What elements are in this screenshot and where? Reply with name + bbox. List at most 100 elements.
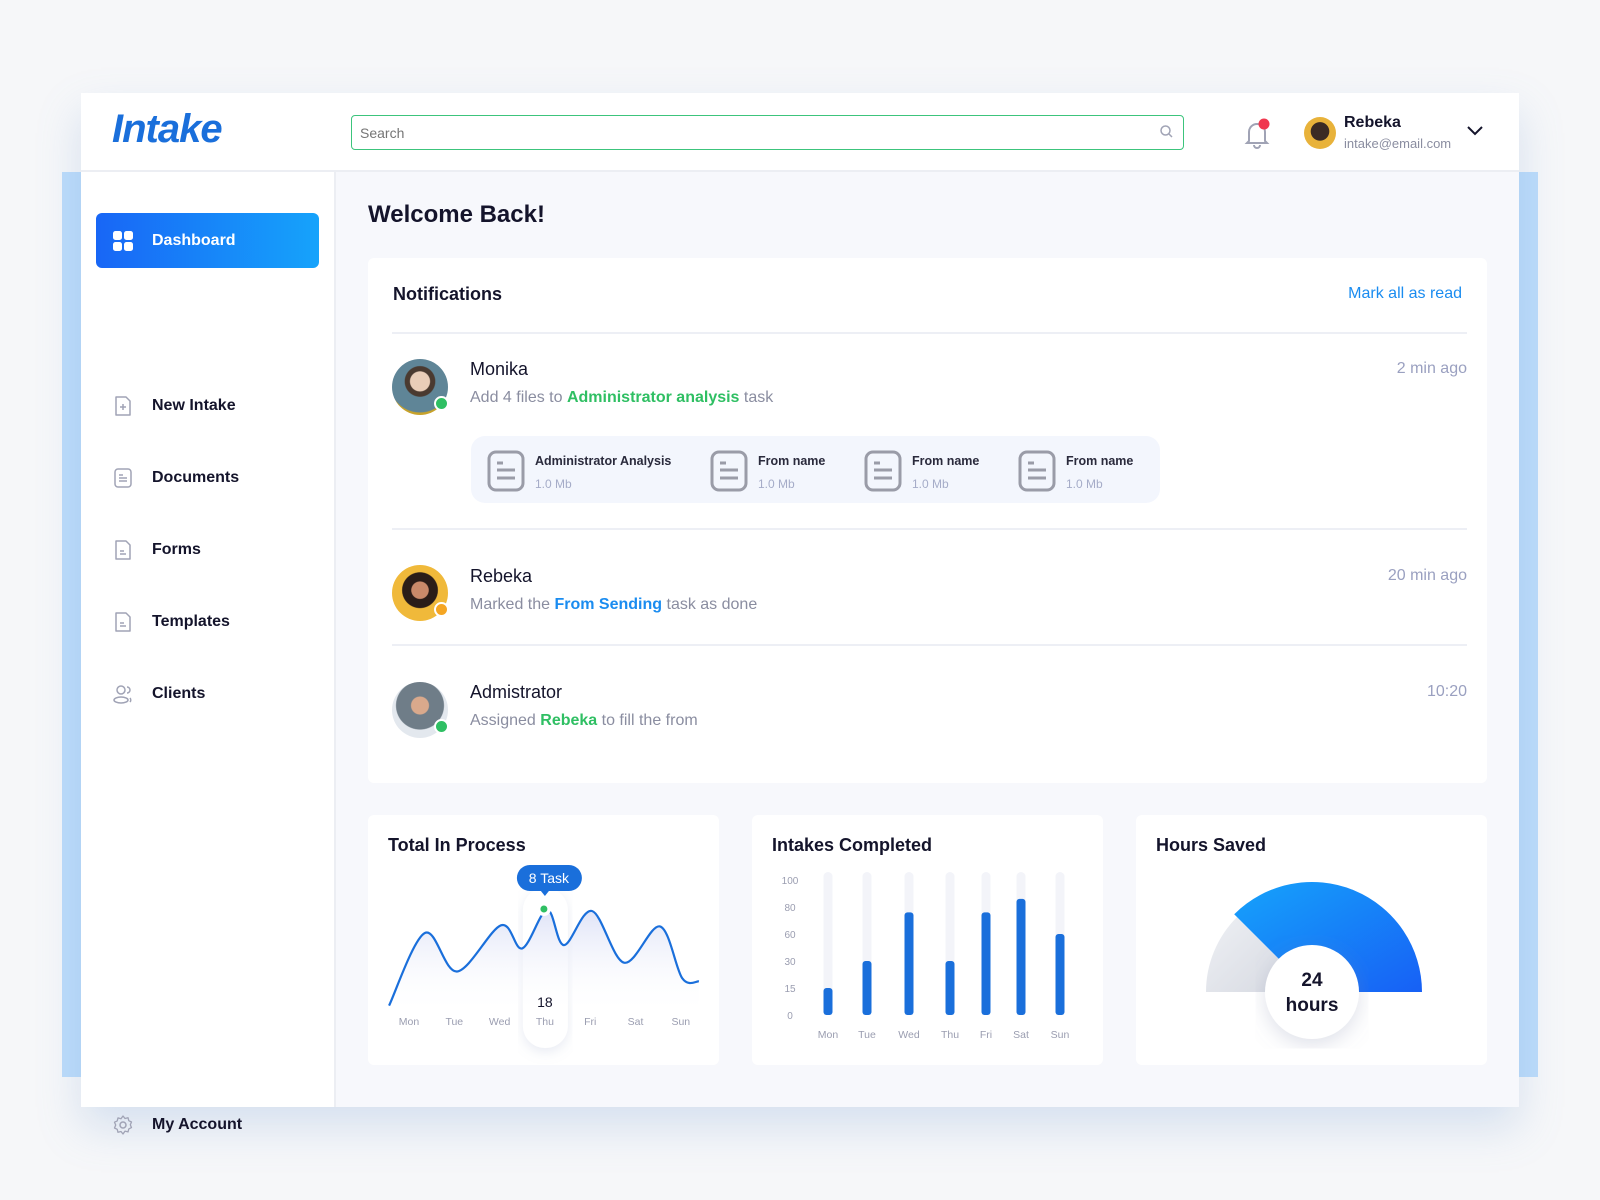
sidebar-item-label: New Intake xyxy=(152,396,236,414)
x-tick-label: Sun xyxy=(671,1016,690,1028)
x-tick-label: Sun xyxy=(1051,1029,1070,1041)
gear-icon xyxy=(113,1114,133,1135)
notification-time: 20 min ago xyxy=(1387,567,1467,584)
y-tick-label: 80 xyxy=(784,903,796,914)
status-online-dot xyxy=(434,396,449,411)
notifications-panel: Notifications Mark all as read Monika Ad… xyxy=(368,258,1487,783)
bar xyxy=(823,988,833,1015)
notification-text: Assigned Rebeka to fill the from xyxy=(470,712,698,730)
text: task as done xyxy=(662,596,758,613)
x-tick-label: Wed xyxy=(489,1016,511,1028)
file-size: 1.0 Mb xyxy=(535,477,572,491)
chevron-down-icon[interactable] xyxy=(1466,125,1484,137)
file-plus-icon xyxy=(115,395,131,416)
y-tick-label: 15 xyxy=(784,984,796,995)
sidebar-item-label: Templates xyxy=(152,612,230,630)
gauge-value: 24 xyxy=(1301,970,1323,991)
file-attachment[interactable]: From name 1.0 Mb xyxy=(864,450,979,492)
sidebar-item-new-intake[interactable]: New Intake xyxy=(96,378,319,433)
y-tick-label: 60 xyxy=(784,930,796,941)
sidebar-item-my-account[interactable]: My Account xyxy=(96,1097,319,1152)
x-tick-label: Thu xyxy=(941,1029,959,1041)
y-tick-label: 0 xyxy=(787,1011,793,1022)
sidebar-item-forms[interactable]: Forms xyxy=(96,522,319,577)
x-tick-label: Tue xyxy=(445,1016,463,1028)
hours-saved-card: Hours Saved 24 hours xyxy=(1136,815,1487,1065)
search-icon[interactable] xyxy=(1158,123,1176,141)
notifications-title: Notifications xyxy=(393,284,503,304)
x-tick-label: Mon xyxy=(399,1016,420,1028)
x-tick-label: Sat xyxy=(1013,1029,1029,1041)
notification-name: Rebeka xyxy=(470,566,533,586)
sidebar-item-label: Clients xyxy=(152,684,206,702)
y-tick-label: 30 xyxy=(784,957,796,968)
user-avatar[interactable] xyxy=(1304,117,1336,149)
bar xyxy=(945,961,955,1015)
divider xyxy=(392,528,1467,530)
file-icon xyxy=(487,450,525,492)
top-header: Intake Rebeka intake@email.com xyxy=(81,93,1519,172)
notification-name: Monika xyxy=(470,359,529,379)
status-online-dot xyxy=(434,719,449,734)
file-attachment[interactable]: Administrator Analysis 1.0 Mb xyxy=(487,450,671,492)
page-title: Welcome Back! xyxy=(368,201,545,228)
notification-time: 10:20 xyxy=(1426,683,1467,700)
text: Assigned xyxy=(470,712,541,729)
x-tick-label: Wed xyxy=(898,1029,920,1041)
file-size: 1.0 Mb xyxy=(1066,477,1103,491)
x-tick-label: Fri xyxy=(980,1029,992,1041)
y-tick-label: 100 xyxy=(782,876,799,887)
document-icon xyxy=(114,467,132,488)
bar xyxy=(1016,898,1026,1015)
bell-icon[interactable] xyxy=(1242,117,1272,149)
highlight-value: 18 xyxy=(537,994,553,1010)
user-name: Rebeka xyxy=(1344,114,1401,131)
notification-text: Add 4 files to Administrator analysis ta… xyxy=(470,389,773,407)
file-icon xyxy=(710,450,748,492)
notification-time: 2 min ago xyxy=(1396,360,1467,377)
logo[interactable]: Intake xyxy=(112,107,223,152)
text: Add 4 files to xyxy=(470,389,567,406)
status-away-dot xyxy=(434,602,449,617)
task-link[interactable]: Administrator analysis xyxy=(567,389,740,406)
gauge-chart: 24 hours xyxy=(1206,882,1422,1039)
sidebar-item-label: Dashboard xyxy=(152,231,236,249)
task-link[interactable]: From Sending xyxy=(554,596,662,613)
user-link[interactable]: Rebeka xyxy=(540,712,597,729)
sidebar-item-templates[interactable]: Templates xyxy=(96,594,319,649)
bar xyxy=(904,912,914,1015)
sidebar-item-label: Forms xyxy=(152,540,201,558)
x-tick-label: Thu xyxy=(536,1016,554,1028)
sidebar-item-documents[interactable]: Documents xyxy=(96,450,319,505)
line-chart: 8 Task 18 Mon Tue Wed Thu Fri Sat Sun xyxy=(388,865,700,1048)
template-icon xyxy=(115,611,131,632)
file-icon xyxy=(864,450,902,492)
users-icon xyxy=(113,684,132,704)
search-input[interactable] xyxy=(351,115,1184,150)
file-name: From name xyxy=(912,454,980,468)
file-icon xyxy=(1018,450,1056,492)
sidebar-item-clients[interactable]: Clients xyxy=(96,666,319,721)
divider xyxy=(392,644,1467,646)
file-attachment[interactable]: From name 1.0 Mb xyxy=(710,450,825,492)
mark-all-read-link[interactable]: Mark all as read xyxy=(1348,285,1462,303)
file-name: From name xyxy=(1066,454,1134,468)
x-tick-label: Tue xyxy=(858,1029,876,1041)
file-attachment[interactable]: From name 1.0 Mb xyxy=(1018,450,1133,492)
file-name: From name xyxy=(758,454,826,468)
bar xyxy=(1055,934,1065,1015)
bar xyxy=(981,912,991,1015)
grid-icon xyxy=(113,230,133,251)
tooltip-label: 8 Task xyxy=(529,870,570,886)
highlight-point xyxy=(540,905,548,913)
sidebar-item-dashboard[interactable]: Dashboard xyxy=(96,213,319,268)
x-tick-label: Mon xyxy=(818,1029,839,1041)
file-size: 1.0 Mb xyxy=(912,477,949,491)
bar xyxy=(862,961,872,1015)
sidebar-item-label: My Account xyxy=(152,1115,243,1133)
form-icon xyxy=(115,539,131,560)
x-tick-label: Fri xyxy=(584,1016,596,1028)
text: to fill the from xyxy=(597,712,698,729)
intakes-completed-card: Intakes Completed 0 15 30 60 80 100 Mon Tue Wed T… xyxy=(752,815,1103,1065)
total-in-process-card: Total In Process 8 Task 18 Mon Tue Wed Thu Fri… xyxy=(368,815,719,1065)
